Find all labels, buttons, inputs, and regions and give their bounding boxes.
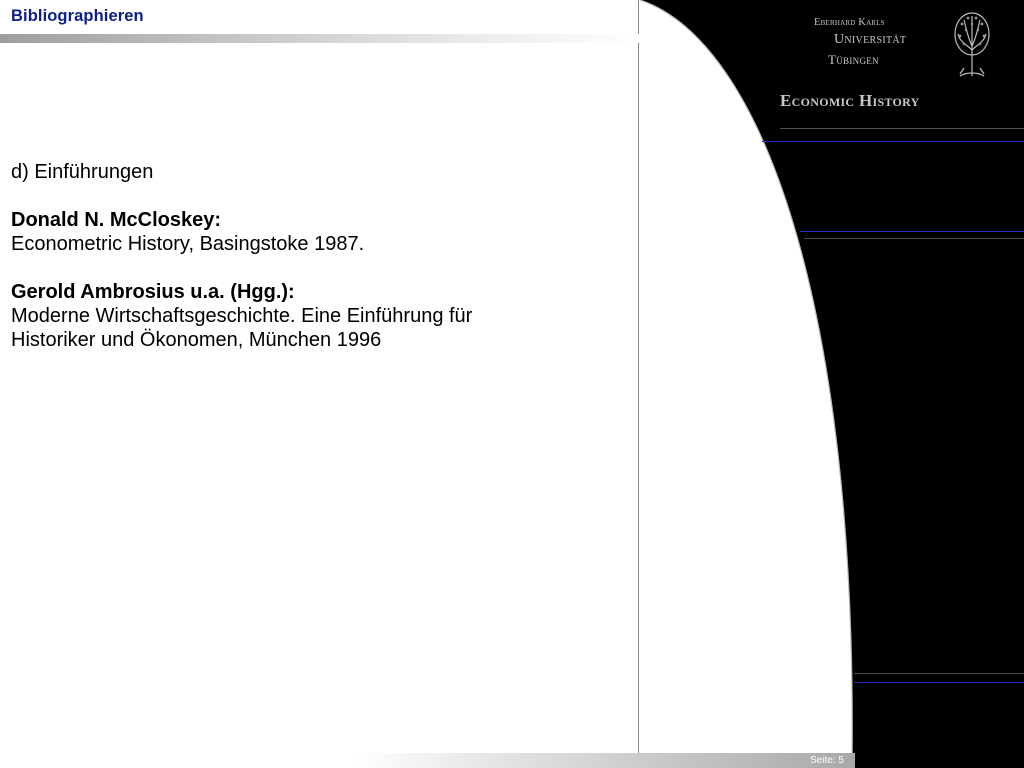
entry-line: Econometric History, Basingstoke 1987. xyxy=(11,233,365,255)
entry-line: Moderne Wirtschaftsgeschichte. Eine Einf… xyxy=(11,305,473,327)
sidebar-line-2 xyxy=(800,231,1024,232)
title-underline xyxy=(0,34,640,43)
curve-shape xyxy=(639,0,853,768)
entry-line: Historiker und Ökonomen, München 1996 xyxy=(11,329,382,351)
page-number: Seite: 5 xyxy=(810,755,844,766)
divider-line xyxy=(638,0,639,755)
logo-line-2: Universität xyxy=(834,32,907,47)
logo-line-1: Eberhard Karls xyxy=(814,17,885,28)
sidebar-line-2b xyxy=(804,238,1024,239)
page-title: Bibliographieren xyxy=(11,7,144,25)
sidebar-line-4 xyxy=(854,682,1024,683)
sidebar-line-3 xyxy=(854,673,1024,674)
tree-icon xyxy=(954,12,990,77)
footer-bar xyxy=(355,753,855,768)
slide: Bibliographieren Eberhard Karls Universi… xyxy=(0,0,1024,768)
entry-author: Gerold Ambrosius u.a. (Hgg.): xyxy=(11,281,295,303)
economic-history-label: Economic History xyxy=(780,91,920,110)
logo-line-3: Tübingen xyxy=(828,52,879,67)
entry-author: Donald N. McCloskey: xyxy=(11,209,222,231)
sidebar-line-1 xyxy=(762,141,1024,142)
sidebar-line-1b xyxy=(780,128,1024,129)
section-heading: d) Einführungen xyxy=(11,161,154,183)
main-content: d) Einführungen Donald N. McCloskey: Eco… xyxy=(11,160,611,352)
